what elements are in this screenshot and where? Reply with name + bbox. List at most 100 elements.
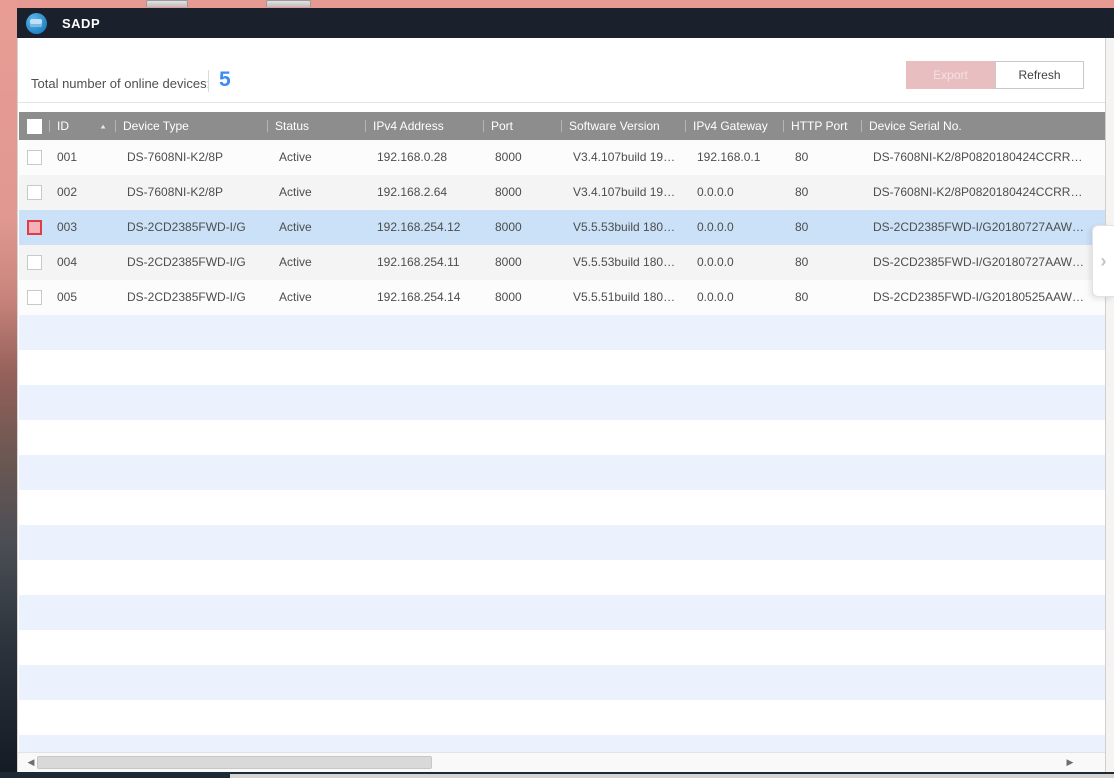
cell-id: 001 xyxy=(49,140,115,175)
row-checkbox-cell[interactable] xyxy=(19,280,49,315)
background-window-tab xyxy=(146,0,188,7)
cell-software-version: V5.5.53build 180… xyxy=(561,210,685,245)
column-header-id[interactable]: ID ▲ xyxy=(49,112,115,140)
cell-device-serial: DS-2CD2385FWD-I/G20180525AAW… xyxy=(861,280,1105,315)
desktop-wallpaper-left xyxy=(0,0,17,778)
cell-port: 8000 xyxy=(483,245,561,280)
row-checkbox[interactable] xyxy=(27,290,42,305)
column-divider xyxy=(49,120,50,132)
cell-ipv4-gateway: 192.168.0.1 xyxy=(685,140,783,175)
chevron-right-icon: › xyxy=(1101,251,1107,272)
row-checkbox-cell[interactable] xyxy=(19,175,49,210)
column-header-ipv4-gateway[interactable]: IPv4 Gateway xyxy=(685,112,783,140)
expand-panel-tab[interactable]: › xyxy=(1092,225,1114,297)
column-divider xyxy=(783,120,784,132)
toolbar: Total number of online devices: 5 Export… xyxy=(18,38,1105,103)
cell-ipv4-address: 192.168.2.64 xyxy=(365,175,483,210)
total-devices-label: Total number of online devices: xyxy=(31,76,210,91)
column-header-software-version[interactable]: Software Version xyxy=(561,112,685,140)
cell-port: 8000 xyxy=(483,210,561,245)
row-checkbox[interactable] xyxy=(27,220,42,235)
cell-device-type: DS-7608NI-K2/8P xyxy=(115,175,267,210)
cell-device-type: DS-7608NI-K2/8P xyxy=(115,140,267,175)
cell-status: Active xyxy=(267,140,365,175)
column-divider xyxy=(561,120,562,132)
table-row[interactable]: 004 DS-2CD2385FWD-I/G Active 192.168.254… xyxy=(19,245,1105,280)
cell-device-serial: DS-2CD2385FWD-I/G20180727AAW… xyxy=(861,210,1105,245)
sadp-window: SADP Total number of online devices: 5 E… xyxy=(17,8,1114,772)
cell-ipv4-address: 192.168.254.14 xyxy=(365,280,483,315)
cell-id: 004 xyxy=(49,245,115,280)
row-checkbox[interactable] xyxy=(27,255,42,270)
cell-port: 8000 xyxy=(483,280,561,315)
background-window-edge xyxy=(230,774,1114,778)
cell-ipv4-gateway: 0.0.0.0 xyxy=(685,210,783,245)
cell-ipv4-address: 192.168.254.12 xyxy=(365,210,483,245)
cell-device-serial: DS-7608NI-K2/8P0820180424CCRR… xyxy=(861,175,1105,210)
horizontal-scrollbar[interactable]: ◀ ▶ xyxy=(18,752,1106,772)
column-divider xyxy=(115,120,116,132)
cell-status: Active xyxy=(267,175,365,210)
column-divider xyxy=(483,120,484,132)
row-checkbox-cell[interactable] xyxy=(19,210,49,245)
scroll-right-arrow-icon[interactable]: ▶ xyxy=(1063,753,1077,772)
cell-device-serial: DS-2CD2385FWD-I/G20180727AAW… xyxy=(861,245,1105,280)
cell-software-version: V3.4.107build 19… xyxy=(561,140,685,175)
count-separator xyxy=(208,70,209,92)
empty-rows-area xyxy=(19,315,1105,752)
window-content: Total number of online devices: 5 Export… xyxy=(17,38,1105,772)
cell-port: 8000 xyxy=(483,140,561,175)
table-row[interactable]: 001 DS-7608NI-K2/8P Active 192.168.0.28 … xyxy=(19,140,1105,175)
column-header-ipv4-address[interactable]: IPv4 Address xyxy=(365,112,483,140)
table-row[interactable]: 002 DS-7608NI-K2/8P Active 192.168.2.64 … xyxy=(19,175,1105,210)
table-row[interactable]: 003 DS-2CD2385FWD-I/G Active 192.168.254… xyxy=(19,210,1105,245)
select-all-checkbox-cell[interactable] xyxy=(19,112,49,140)
app-title: SADP xyxy=(62,16,100,31)
column-divider xyxy=(365,120,366,132)
cell-software-version: V5.5.53build 180… xyxy=(561,245,685,280)
row-checkbox[interactable] xyxy=(27,185,42,200)
cell-http-port: 80 xyxy=(783,210,861,245)
cell-device-serial: DS-7608NI-K2/8P0820180424CCRR… xyxy=(861,140,1105,175)
column-divider xyxy=(267,120,268,132)
cell-ipv4-gateway: 0.0.0.0 xyxy=(685,175,783,210)
cell-ipv4-gateway: 0.0.0.0 xyxy=(685,280,783,315)
column-divider xyxy=(861,120,862,132)
cell-status: Active xyxy=(267,245,365,280)
export-button[interactable]: Export xyxy=(906,61,995,89)
cell-ipv4-address: 192.168.254.11 xyxy=(365,245,483,280)
cell-ipv4-address: 192.168.0.28 xyxy=(365,140,483,175)
cell-status: Active xyxy=(267,280,365,315)
row-checkbox-cell[interactable] xyxy=(19,140,49,175)
cell-http-port: 80 xyxy=(783,175,861,210)
column-header-device-serial[interactable]: Device Serial No. xyxy=(861,112,1105,140)
cell-ipv4-gateway: 0.0.0.0 xyxy=(685,245,783,280)
sadp-logo-icon xyxy=(26,13,47,34)
cell-id: 005 xyxy=(49,280,115,315)
cell-device-type: DS-2CD2385FWD-I/G xyxy=(115,245,267,280)
column-header-port[interactable]: Port xyxy=(483,112,561,140)
background-window-tab xyxy=(266,0,311,7)
titlebar: SADP xyxy=(17,8,1114,38)
table-row[interactable]: 005 DS-2CD2385FWD-I/G Active 192.168.254… xyxy=(19,280,1105,315)
sort-ascending-icon: ▲ xyxy=(99,122,107,129)
cell-http-port: 80 xyxy=(783,245,861,280)
table-body: 001 DS-7608NI-K2/8P Active 192.168.0.28 … xyxy=(19,140,1105,315)
device-count: 5 xyxy=(219,68,231,92)
cell-port: 8000 xyxy=(483,175,561,210)
refresh-button[interactable]: Refresh xyxy=(995,61,1084,89)
column-divider xyxy=(685,120,686,132)
cell-id: 002 xyxy=(49,175,115,210)
right-gutter xyxy=(1105,38,1114,772)
column-header-http-port[interactable]: HTTP Port xyxy=(783,112,861,140)
row-checkbox-cell[interactable] xyxy=(19,245,49,280)
select-all-checkbox[interactable] xyxy=(27,119,42,134)
scrollbar-thumb[interactable] xyxy=(37,756,432,769)
cell-device-type: DS-2CD2385FWD-I/G xyxy=(115,280,267,315)
column-header-status[interactable]: Status xyxy=(267,112,365,140)
scroll-left-arrow-icon[interactable]: ◀ xyxy=(24,753,38,772)
column-header-device-type[interactable]: Device Type xyxy=(115,112,267,140)
row-checkbox[interactable] xyxy=(27,150,42,165)
cell-http-port: 80 xyxy=(783,140,861,175)
table-header: ID ▲ Device Type Status IPv4 Address Por… xyxy=(19,112,1105,140)
